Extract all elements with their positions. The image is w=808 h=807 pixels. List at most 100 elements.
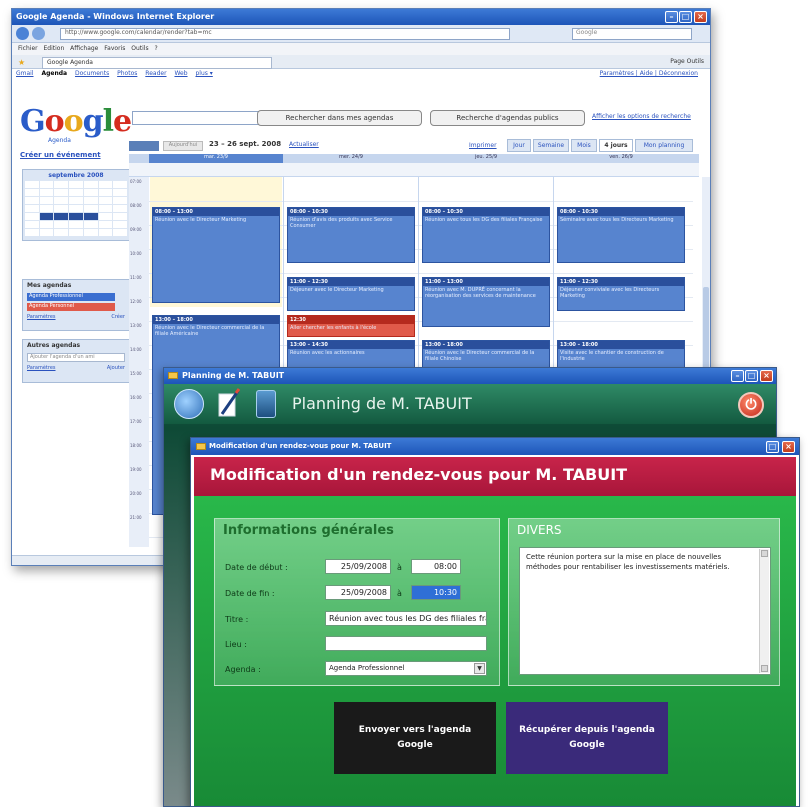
url-field[interactable]: http://www.google.com/calendar/render?ta… <box>60 28 510 40</box>
fetch-from-google-button[interactable]: Récupérer depuis l'agenda Google <box>506 702 668 774</box>
maximize-button[interactable]: □ <box>745 370 758 382</box>
calendar-event[interactable]: 08:00 – 10:30 Réunion d'avis des produits… <box>287 207 415 263</box>
general-info-title: Informations générales <box>223 523 394 538</box>
title-label: Titre : <box>225 615 249 624</box>
maximize-button[interactable]: □ <box>766 441 779 453</box>
search-options-link[interactable]: Afficher les options de recherche <box>592 113 691 120</box>
planning-window-title: Planning de M. TABUIT <box>182 371 285 380</box>
other-settings-link[interactable]: Paramètres <box>27 365 56 371</box>
print-link[interactable]: Imprimer <box>469 142 497 149</box>
browser-menubar[interactable]: Fichier Edition Affichage Favoris Outils… <box>12 43 710 55</box>
date-range: 23 – 26 sept. 2008 <box>209 140 282 148</box>
nav-link-photos[interactable]: Photos <box>117 70 137 77</box>
close-button[interactable]: × <box>694 11 707 23</box>
close-button[interactable]: × <box>760 370 773 382</box>
prev-next-buttons[interactable] <box>129 141 159 151</box>
search-public-agendas-button[interactable]: Recherche d'agendas publics <box>430 110 585 126</box>
nav-link-web[interactable]: Web <box>174 70 187 77</box>
favorites-star-icon[interactable]: ★ <box>18 58 25 67</box>
browser-title: Google Agenda - Windows Internet Explore… <box>16 12 215 21</box>
end-time-field[interactable]: 10:30 <box>411 585 461 600</box>
search-my-agendas-button[interactable]: Rechercher dans mes agendas <box>257 110 422 126</box>
power-icon[interactable]: ⏻ <box>738 392 764 418</box>
notes-text: Cette réunion portera sur la mise en pla… <box>526 553 730 571</box>
chevron-down-icon[interactable]: ▼ <box>474 663 485 674</box>
title-field[interactable]: Réunion avec tous les DG des filiales fr… <box>325 611 487 626</box>
dialog-header: Modification d'un rendez-vous pour M. TA… <box>194 457 796 496</box>
back-icon[interactable] <box>16 27 29 40</box>
nav-link-reader[interactable]: Reader <box>145 70 166 77</box>
dialog-body: Informations générales Date de début : 2… <box>194 496 796 806</box>
planning-header: Planning de M. TABUIT ⏻ <box>164 384 776 424</box>
other-agendas-links: Paramètres Ajouter <box>23 364 129 372</box>
minimize-button[interactable]: – <box>731 370 744 382</box>
tab-month[interactable]: Mois <box>571 139 597 152</box>
nav-link-gmail[interactable]: Gmail <box>16 70 34 77</box>
tab-4-days[interactable]: 4 jours <box>599 139 633 152</box>
time-column: 07:00 08:00 09:00 10:00 11:00 12:00 13:0… <box>129 177 149 547</box>
other-agendas-title[interactable]: Autres agendas <box>23 340 129 351</box>
all-day-row[interactable] <box>129 163 699 177</box>
calendar-event[interactable]: 11:00 – 12:30 Déjeuner conviviale avec le… <box>557 277 685 311</box>
my-agendas-title[interactable]: Mes agendas <box>23 280 129 291</box>
tab-day[interactable]: Jour <box>507 139 531 152</box>
today-button[interactable]: Aujourd'hui <box>163 141 203 151</box>
calendar-event[interactable]: 11:00 – 12:30 Déjeuner avec le Directeur … <box>287 277 415 311</box>
nav-link-agenda[interactable]: Agenda <box>41 70 67 77</box>
calendar-event[interactable]: 08:00 – 10:30 Séminaire avec tous les Dir… <box>557 207 685 263</box>
nav-link-documents[interactable]: Documents <box>75 70 109 77</box>
create-event-link[interactable]: Créer un événement <box>20 151 101 159</box>
start-date-label: Date de début : <box>225 563 288 572</box>
minimize-button[interactable]: – <box>665 11 678 23</box>
tab-week[interactable]: Semaine <box>533 139 569 152</box>
agenda-search-input[interactable] <box>132 111 267 125</box>
notes-scrollbar[interactable] <box>759 549 769 673</box>
agenda-select[interactable]: Agenda Professionnel ▼ <box>325 661 487 676</box>
day-header[interactable]: jeu. 25/9 <box>419 154 553 163</box>
start-time-field[interactable]: 08:00 <box>411 559 461 574</box>
forward-icon[interactable] <box>32 27 45 40</box>
browser-search-input[interactable]: Google <box>572 28 692 40</box>
agenda-item-perso[interactable]: Agenda Personnel <box>27 303 115 311</box>
tab-my-planning[interactable]: Mon planning <box>635 139 693 152</box>
calendar-toolbar: Aujourd'hui 23 – 26 sept. 2008 Actualise… <box>129 139 699 153</box>
calendar-event[interactable]: 08:00 – 13:00 Réunion avec le Directeur M… <box>152 207 280 303</box>
dialog-titlebar: Modification d'un rendez-vous pour M. TA… <box>191 438 799 455</box>
browser-tools[interactable]: Page Outils <box>670 58 704 65</box>
browser-tabbar: ★ Google Agenda Page Outils <box>12 55 710 69</box>
calendar-event-personal[interactable]: 12:30 Aller chercher les enfants à l'écol… <box>287 315 415 337</box>
add-agenda-link[interactable]: Ajouter <box>107 365 125 371</box>
end-date-field[interactable]: 25/09/2008 <box>325 585 391 600</box>
divers-panel: DIVERS Cette réunion portera sur la mise… <box>508 518 780 686</box>
create-agenda-link[interactable]: Créer <box>111 314 125 320</box>
trash-icon[interactable] <box>256 390 276 418</box>
start-date-field[interactable]: 25/09/2008 <box>325 559 391 574</box>
day-header[interactable]: mer. 24/9 <box>284 154 418 163</box>
browser-tab[interactable]: Google Agenda <box>42 57 272 69</box>
app-icon <box>168 372 178 379</box>
mini-calendar[interactable]: septembre 2008 <box>22 169 130 241</box>
agenda-item-pro[interactable]: Agenda Professionnel <box>27 293 115 301</box>
place-field[interactable] <box>325 636 487 651</box>
general-info-panel: Informations générales Date de début : 2… <box>214 518 500 686</box>
mini-calendar-grid[interactable] <box>23 179 129 238</box>
day-header[interactable]: ven. 26/9 <box>554 154 688 163</box>
end-at-label: à <box>397 589 402 598</box>
dialog-window-title: Modification d'un rendez-vous pour M. TA… <box>209 442 392 450</box>
settings-link[interactable]: Paramètres <box>27 314 56 320</box>
edit-pencil-icon[interactable] <box>216 388 242 418</box>
calendar-event[interactable]: 08:00 – 10:30 Réunion avec tous les DG de… <box>422 207 550 263</box>
send-to-google-button[interactable]: Envoyer vers l'agenda Google <box>334 702 496 774</box>
end-date-label: Date de fin : <box>225 589 275 598</box>
nav-link-more[interactable]: plus ▾ <box>195 70 212 77</box>
maximize-button[interactable]: □ <box>679 11 692 23</box>
add-friend-agenda-input[interactable]: Ajouter l'agenda d'un ami <box>27 353 125 362</box>
close-button[interactable]: × <box>782 441 795 453</box>
refresh-link[interactable]: Actualiser <box>289 141 319 148</box>
day-header[interactable]: mar. 23/9 <box>149 154 283 163</box>
address-bar: http://www.google.com/calendar/render?ta… <box>12 25 710 43</box>
calendar-event[interactable]: 11:00 – 13:00 Réunion avec M. DUPRÉ conce… <box>422 277 550 327</box>
account-links[interactable]: Paramètres | Aide | Déconnexion <box>600 70 698 77</box>
notes-textarea[interactable]: Cette réunion portera sur la mise en pla… <box>519 547 771 675</box>
tools-icon[interactable] <box>174 389 204 419</box>
